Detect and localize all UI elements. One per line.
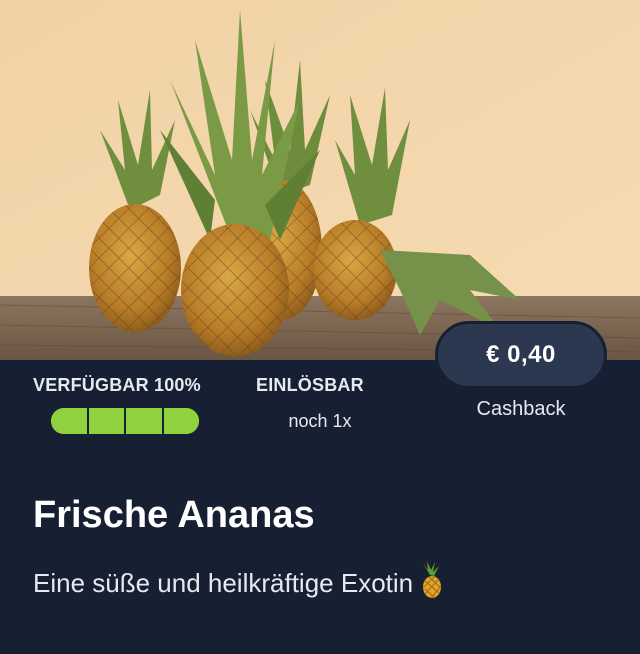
product-image — [0, 0, 640, 360]
offer-card[interactable]: € 0,40 Cashback VERFÜGBAR 100% EINLÖSBAR… — [0, 0, 640, 654]
product-subtitle: Eine süße und heilkräftige Exotin — [33, 561, 445, 599]
availability-label: VERFÜGBAR 100% — [33, 375, 201, 395]
availability-progress-bar — [51, 408, 199, 434]
price-value: € 0,40 — [486, 341, 556, 368]
price-badge: € 0,40 — [435, 321, 607, 389]
redeemable-value: noch 1x — [288, 411, 352, 431]
progress-segment — [88, 408, 126, 434]
product-subtitle-text: Eine süße und heilkräftige Exotin — [33, 567, 414, 598]
redeemable-label: EINLÖSBAR — [256, 375, 364, 395]
progress-segment — [163, 408, 199, 434]
cashback-label: Cashback — [476, 398, 566, 420]
progress-segment — [51, 408, 89, 434]
progress-segment — [126, 408, 164, 434]
product-title: Frische Ananas — [33, 494, 315, 536]
pineapple-icon — [415, 561, 445, 599]
